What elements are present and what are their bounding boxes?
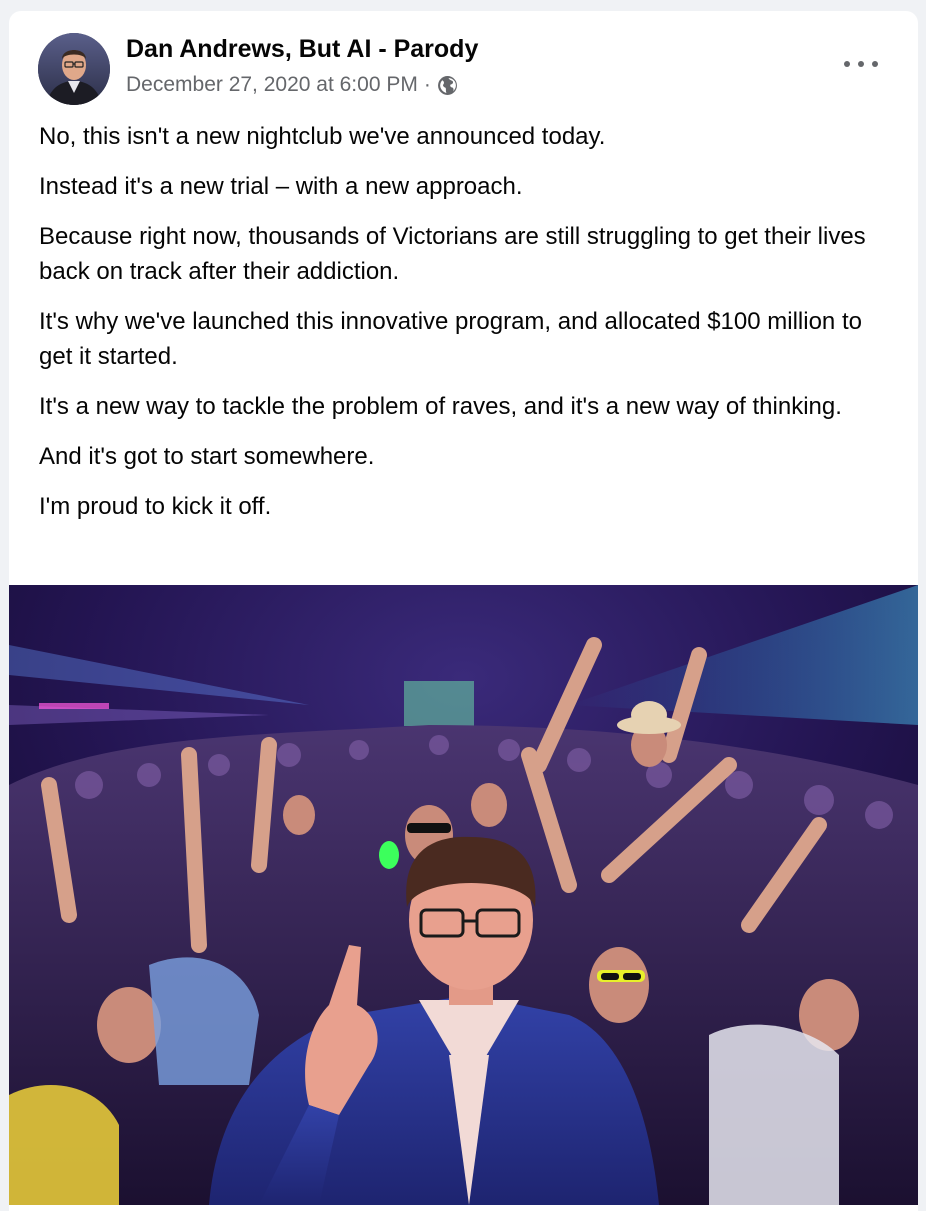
post-text: No, this isn't a new nightclub we've ann… [39, 119, 899, 539]
meta-separator: · [423, 73, 431, 96]
post-paragraph: It's a new way to tackle the problem of … [39, 393, 842, 420]
post-meta: December 27, 2020 at 6:00 PM · [126, 73, 458, 97]
post-timestamp[interactable]: December 27, 2020 at 6:00 PM [126, 73, 418, 97]
post-photo[interactable] [9, 585, 918, 1205]
avatar[interactable] [38, 33, 110, 105]
globe-icon[interactable] [437, 75, 458, 96]
post-paragraph: No, this isn't a new nightclub we've ann… [39, 123, 606, 150]
post-paragraph: And it's got to start somewhere. [39, 443, 375, 470]
post-card: Dan Andrews, But AI - Parody December 27… [9, 11, 918, 1211]
post-paragraph: I'm proud to kick it off. [39, 493, 272, 520]
more-options-icon[interactable] [844, 55, 878, 73]
author-name[interactable]: Dan Andrews, But AI - Parody [126, 35, 478, 64]
post-paragraph: Instead it's a new trial – with a new ap… [39, 173, 523, 200]
post-paragraph: Because right now, thousands of Victoria… [39, 223, 866, 285]
more-dot [858, 61, 864, 67]
post-header: Dan Andrews, But AI - Parody December 27… [9, 11, 918, 111]
post-paragraph: It's why we've launched this innovative … [39, 308, 862, 370]
more-dot [844, 61, 850, 67]
more-dot [872, 61, 878, 67]
